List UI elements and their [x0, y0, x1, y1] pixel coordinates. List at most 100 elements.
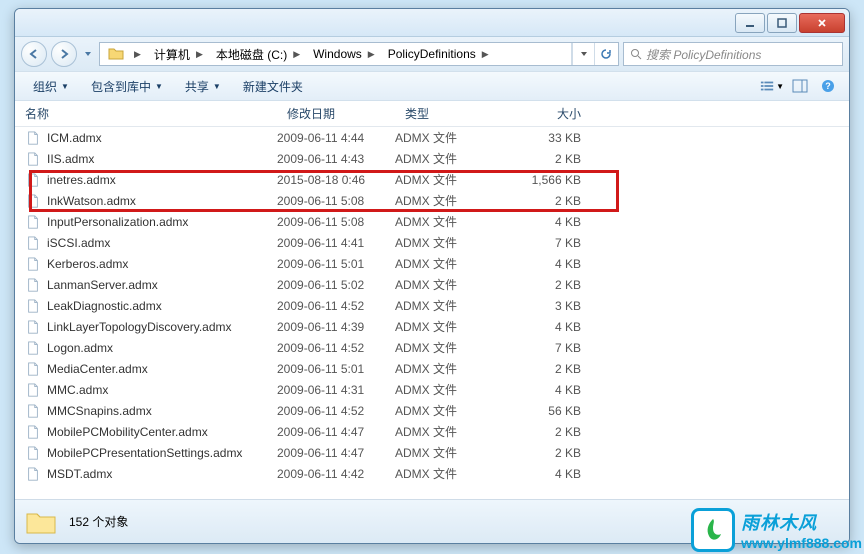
file-row[interactable]: MMC.admx2009-06-11 4:31ADMX 文件4 KB: [15, 379, 849, 400]
file-row[interactable]: MMCSnapins.admx2009-06-11 4:52ADMX 文件56 …: [15, 400, 849, 421]
file-row[interactable]: InputPersonalization.admx2009-06-11 5:08…: [15, 211, 849, 232]
file-row[interactable]: MSDT.admx2009-06-11 4:42ADMX 文件4 KB: [15, 463, 849, 484]
file-size: 2 KB: [511, 278, 601, 292]
file-size: 7 KB: [511, 236, 601, 250]
refresh-button[interactable]: [594, 43, 616, 65]
file-icon: [25, 425, 41, 439]
minimize-button[interactable]: [735, 13, 765, 33]
file-size: 4 KB: [511, 320, 601, 334]
file-date: 2009-06-11 4:31: [277, 383, 395, 397]
file-date: 2009-06-11 5:01: [277, 257, 395, 271]
view-button[interactable]: ▼: [759, 75, 785, 97]
file-type: ADMX 文件: [395, 276, 511, 293]
file-row[interactable]: IIS.admx2009-06-11 4:43ADMX 文件2 KB: [15, 148, 849, 169]
breadcrumb-root[interactable]: ▶: [102, 43, 148, 65]
breadcrumb-label: PolicyDefinitions: [388, 47, 476, 61]
file-size: 4 KB: [511, 383, 601, 397]
file-type: ADMX 文件: [395, 381, 511, 398]
include-button[interactable]: 包含到库中▼: [81, 74, 173, 98]
file-type: ADMX 文件: [395, 444, 511, 461]
file-name: Kerberos.admx: [47, 257, 277, 271]
breadcrumb-computer[interactable]: 计算机▶: [148, 43, 210, 65]
history-dropdown[interactable]: [81, 50, 95, 58]
breadcrumb-label: 本地磁盘 (C:): [216, 46, 287, 63]
file-icon: [25, 173, 41, 187]
file-date: 2009-06-11 4:52: [277, 341, 395, 355]
search-input[interactable]: 搜索 PolicyDefinitions: [623, 42, 843, 66]
file-icon: [25, 404, 41, 418]
close-button[interactable]: [799, 13, 845, 33]
breadcrumb-label: Windows: [313, 47, 362, 61]
file-row[interactable]: InkWatson.admx2009-06-11 5:08ADMX 文件2 KB: [15, 190, 849, 211]
file-type: ADMX 文件: [395, 171, 511, 188]
column-date[interactable]: 修改日期: [277, 105, 395, 122]
file-date: 2009-06-11 4:39: [277, 320, 395, 334]
help-button[interactable]: ?: [815, 75, 841, 97]
breadcrumb-policydefinitions[interactable]: PolicyDefinitions▶: [382, 43, 496, 65]
breadcrumb-drive[interactable]: 本地磁盘 (C:)▶: [210, 43, 307, 65]
svg-text:?: ?: [825, 81, 831, 91]
file-row[interactable]: MobilePCMobilityCenter.admx2009-06-11 4:…: [15, 421, 849, 442]
file-size: 2 KB: [511, 425, 601, 439]
file-row[interactable]: ICM.admx2009-06-11 4:44ADMX 文件33 KB: [15, 127, 849, 148]
newfolder-button[interactable]: 新建文件夹: [233, 74, 313, 98]
breadcrumb-dropdown[interactable]: [572, 43, 594, 65]
file-icon: [25, 341, 41, 355]
watermark: 雨林木风 www.ylmf888.com: [691, 508, 862, 552]
file-size: 7 KB: [511, 341, 601, 355]
file-date: 2009-06-11 4:47: [277, 425, 395, 439]
organize-button[interactable]: 组织▼: [23, 74, 79, 98]
breadcrumb-label: 计算机: [154, 46, 190, 63]
file-type: ADMX 文件: [395, 339, 511, 356]
file-type: ADMX 文件: [395, 234, 511, 251]
column-type[interactable]: 类型: [395, 105, 511, 122]
file-icon: [25, 215, 41, 229]
preview-pane-button[interactable]: [787, 75, 813, 97]
nav-row: ▶ 计算机▶ 本地磁盘 (C:)▶ Windows▶ PolicyDefinit…: [15, 37, 849, 71]
file-date: 2009-06-11 4:42: [277, 467, 395, 481]
file-name: MMC.admx: [47, 383, 277, 397]
file-icon: [25, 152, 41, 166]
file-size: 2 KB: [511, 194, 601, 208]
titlebar: [15, 9, 849, 37]
file-date: 2009-06-11 4:44: [277, 131, 395, 145]
breadcrumb[interactable]: ▶ 计算机▶ 本地磁盘 (C:)▶ Windows▶ PolicyDefinit…: [99, 42, 619, 66]
file-icon: [25, 299, 41, 313]
file-icon: [25, 194, 41, 208]
file-type: ADMX 文件: [395, 129, 511, 146]
file-size: 4 KB: [511, 215, 601, 229]
file-row[interactable]: LeakDiagnostic.admx2009-06-11 4:52ADMX 文…: [15, 295, 849, 316]
file-name: Logon.admx: [47, 341, 277, 355]
column-headers: 名称 修改日期 类型 大小: [15, 101, 849, 127]
file-name: LinkLayerTopologyDiscovery.admx: [47, 320, 277, 334]
file-icon: [25, 131, 41, 145]
file-row[interactable]: Logon.admx2009-06-11 4:52ADMX 文件7 KB: [15, 337, 849, 358]
file-size: 4 KB: [511, 257, 601, 271]
watermark-icon: [691, 508, 735, 552]
back-button[interactable]: [21, 41, 47, 67]
file-row[interactable]: MediaCenter.admx2009-06-11 5:01ADMX 文件2 …: [15, 358, 849, 379]
file-row[interactable]: LinkLayerTopologyDiscovery.admx2009-06-1…: [15, 316, 849, 337]
file-icon: [25, 383, 41, 397]
breadcrumb-windows[interactable]: Windows▶: [307, 43, 382, 65]
file-name: LeakDiagnostic.admx: [47, 299, 277, 313]
file-name: iSCSI.admx: [47, 236, 277, 250]
column-size[interactable]: 大小: [511, 105, 601, 122]
file-row[interactable]: MobilePCPresentationSettings.admx2009-06…: [15, 442, 849, 463]
share-button[interactable]: 共享▼: [175, 74, 231, 98]
watermark-title: 雨林木风: [741, 509, 862, 535]
file-row[interactable]: Kerberos.admx2009-06-11 5:01ADMX 文件4 KB: [15, 253, 849, 274]
file-name: IIS.admx: [47, 152, 277, 166]
file-row[interactable]: LanmanServer.admx2009-06-11 5:02ADMX 文件2…: [15, 274, 849, 295]
file-row[interactable]: iSCSI.admx2009-06-11 4:41ADMX 文件7 KB: [15, 232, 849, 253]
forward-button[interactable]: [51, 41, 77, 67]
file-icon: [25, 362, 41, 376]
file-icon: [25, 236, 41, 250]
file-row[interactable]: inetres.admx2015-08-18 0:46ADMX 文件1,566 …: [15, 169, 849, 190]
file-name: MMCSnapins.admx: [47, 404, 277, 418]
file-date: 2009-06-11 4:52: [277, 404, 395, 418]
column-name[interactable]: 名称: [15, 105, 277, 122]
maximize-button[interactable]: [767, 13, 797, 33]
file-type: ADMX 文件: [395, 423, 511, 440]
file-date: 2009-06-11 4:43: [277, 152, 395, 166]
